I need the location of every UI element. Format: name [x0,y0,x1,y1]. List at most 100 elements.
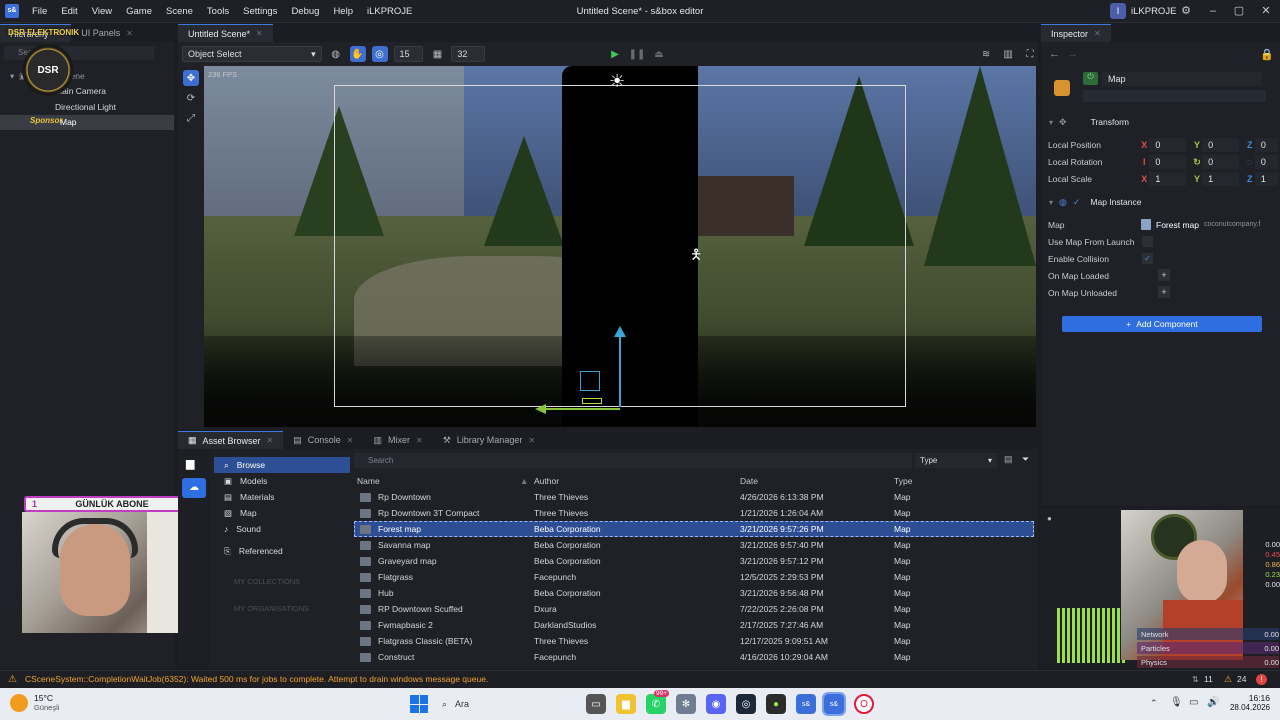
table-row[interactable]: Hub Beba Corporation 3/21/2026 9:56:48 PM M… [354,585,1034,601]
tags-field[interactable] [1083,90,1266,102]
rotation-y-input[interactable]: 0 [1202,155,1239,169]
add-event-icon[interactable]: + [1158,286,1170,298]
menu-scene[interactable]: Scene [159,0,200,23]
globe-icon[interactable]: ◍ [328,46,344,62]
error-icon[interactable]: ! [1256,673,1267,685]
close-icon[interactable]: ✕ [1253,0,1279,23]
table-row[interactable]: Flatgrass Classic (BETA) Three Thieves 12/… [354,633,1034,649]
checkbox-icon[interactable]: ✓ [1073,197,1081,208]
table-row[interactable]: Rp Downtown 3T Compact Three Thieves 1/21/… [354,505,1034,521]
column-header-date[interactable]: Date [740,476,758,486]
menu-view[interactable]: View [85,0,119,23]
rotation-x-input[interactable]: 0 [1149,155,1186,169]
user-menu[interactable]: I iLKPROJE [1110,3,1176,19]
obs-icon[interactable]: ● [766,694,786,714]
map-instance-header[interactable]: ▾ ◍ ✓ Map Instance [1041,194,1280,210]
tool-select-dropdown[interactable]: Object Select ▾ [182,46,322,62]
forward-arrow-icon[interactable]: → [1067,48,1078,60]
position-z-input[interactable]: 0 [1254,138,1278,152]
menu-tools[interactable]: Tools [200,0,236,23]
back-arrow-icon[interactable]: ← [1049,48,1060,60]
grid-value-input[interactable]: 32 [451,46,486,62]
menu-help[interactable]: Help [326,0,360,23]
lock-icon[interactable]: 🔒 [1260,48,1274,61]
tab-inspector[interactable]: Inspector ✕ [1041,24,1111,42]
column-header-type[interactable]: Type [894,476,912,486]
close-icon[interactable]: ✕ [256,29,263,38]
snap-icon[interactable]: ◎ [371,46,388,62]
player-spawn-icon[interactable]: 🯅 [690,244,702,268]
discord-icon[interactable]: ◉ [706,694,726,714]
maximize-icon[interactable]: ▢ [1226,0,1252,23]
nav-models[interactable]: ▣ Models [214,473,350,489]
table-row[interactable]: RP Downtown Scuffed Dxura 7/22/2025 2:26:0… [354,601,1034,617]
enabled-toggle-icon[interactable]: ⏻ [1083,72,1098,85]
scene-viewport[interactable]: ☀ 🯅 236 FPS [204,66,1036,427]
object-name-input[interactable]: Map [1102,72,1262,86]
play-icon[interactable]: ▶ [607,46,623,62]
rotate-icon[interactable]: ⟳ [183,90,199,106]
type-filter-dropdown[interactable]: Type ▾ [915,453,997,468]
close-icon[interactable]: ✕ [1094,29,1101,38]
tab-console[interactable]: ▤ Console ✕ [283,431,363,449]
menu-project[interactable]: iLKPROJE [360,0,419,23]
nav-referenced[interactable]: ⎘ Referenced [214,543,350,559]
clock[interactable]: 16:16 28.04.2026 [1226,693,1270,712]
sbox-editor-icon[interactable]: s& [822,692,846,716]
table-row[interactable]: Graveyard map Beba Corporation 3/21/2026 9… [354,553,1034,569]
app-icon[interactable]: ✻ [676,694,696,714]
sbox-icon[interactable]: s& [796,694,816,714]
sun-icon[interactable]: ☀ [609,71,625,92]
microphone-icon[interactable]: 🎙 [1170,697,1183,708]
wifi-icon[interactable]: ≋ [978,46,994,62]
layout-icon[interactable]: ▥ [1000,46,1016,62]
gizmo-plane-handle[interactable] [580,371,600,391]
gizmo-arrow-left-icon[interactable] [535,404,546,414]
add-event-icon[interactable]: + [1158,269,1170,281]
pause-icon[interactable]: ❚❚ [629,46,646,62]
snap-value-input[interactable]: 15 [393,46,424,62]
nav-browse[interactable]: ⌕ Browse [214,457,350,473]
column-header-author[interactable]: Author [534,476,559,486]
cloud-icon[interactable]: ☁ [182,478,206,498]
status-message[interactable]: CSceneSystem::CompletionWaitJob(6352): W… [25,674,488,684]
menu-edit[interactable]: Edit [54,0,84,23]
filter-icon[interactable]: ⏷ [1022,454,1029,465]
position-y-input[interactable]: 0 [1202,138,1239,152]
scale-y-input[interactable]: 1 [1202,172,1239,186]
eject-icon[interactable]: ⏏ [651,46,667,62]
folder-icon[interactable]: ▆ [186,457,202,470]
move-icon[interactable]: ✥ [183,70,199,86]
close-icon[interactable]: ✕ [267,436,274,445]
map-asset-field[interactable]: Forest map coconutcompany.f [1141,217,1276,232]
close-icon[interactable]: ✕ [126,29,133,38]
gizmo-y-axis[interactable] [619,332,621,407]
menu-game[interactable]: Game [119,0,159,23]
nav-map[interactable]: ▧ Map [214,505,350,521]
chevron-up-icon[interactable]: ⌃ [1150,698,1158,709]
warning-icon[interactable]: ⚠ [1224,674,1232,685]
weather-widget[interactable]: 15°C Güneşli [10,693,59,712]
gizmo-arrow-up-icon[interactable] [614,326,626,337]
scale-z-input[interactable]: 1 [1254,172,1278,186]
tab-mixer[interactable]: ▥ Mixer ✕ [364,431,433,449]
column-header-name[interactable]: Name [357,476,380,486]
use-map-from-launch-checkbox[interactable] [1142,236,1153,247]
tab-library-manager[interactable]: ⚒ Library Manager ✕ [433,431,545,449]
scale-icon[interactable]: ⤢ [183,110,199,126]
steam-icon[interactable]: ◎ [736,694,756,714]
task-view-icon[interactable]: ▭ [586,694,606,714]
file-explorer-icon[interactable]: ▆ [616,694,636,714]
menu-file[interactable]: File [25,0,54,23]
position-x-input[interactable]: 0 [1149,138,1186,152]
opera-icon[interactable]: O [854,694,874,714]
table-row[interactable]: Construct Facepunch 4/16/2026 10:29:04 AM M… [354,649,1034,665]
list-view-icon[interactable]: ▤ [1004,454,1013,465]
table-row[interactable]: Fwmapbasic 2 DarklandStudios 2/17/2025 7:2… [354,617,1034,633]
minimize-icon[interactable]: – [1200,0,1226,23]
table-row[interactable]: Savanna map Beba Corporation 3/21/2026 9:5… [354,537,1034,553]
volume-icon[interactable]: 🔊 [1207,697,1219,708]
tab-asset-browser[interactable]: ▦ Asset Browser ✕ [178,431,284,449]
asset-search-input[interactable]: Search [354,453,912,468]
grid-icon[interactable]: ▦ [429,46,445,62]
